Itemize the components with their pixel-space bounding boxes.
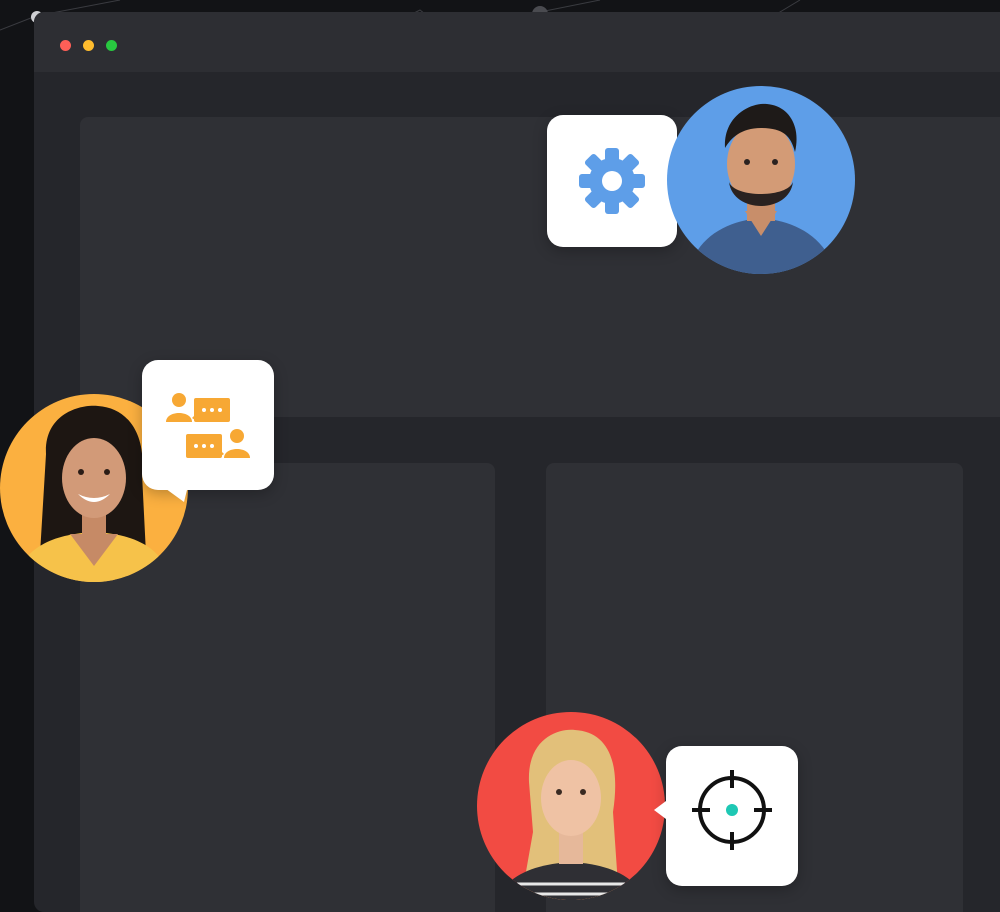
- chat-users-icon: [166, 393, 250, 458]
- chat-bubble[interactable]: [142, 360, 274, 502]
- close-button[interactable]: [60, 40, 71, 51]
- minimize-button[interactable]: [83, 40, 94, 51]
- window-titlebar: [34, 12, 1000, 72]
- avatar-man: [667, 86, 855, 274]
- settings-bubble[interactable]: [547, 115, 689, 247]
- maximize-button[interactable]: [106, 40, 117, 51]
- avatar-woman-blonde: [477, 712, 665, 900]
- target-icon: [692, 770, 772, 850]
- target-bubble[interactable]: [654, 746, 798, 886]
- gear-icon: [579, 148, 645, 214]
